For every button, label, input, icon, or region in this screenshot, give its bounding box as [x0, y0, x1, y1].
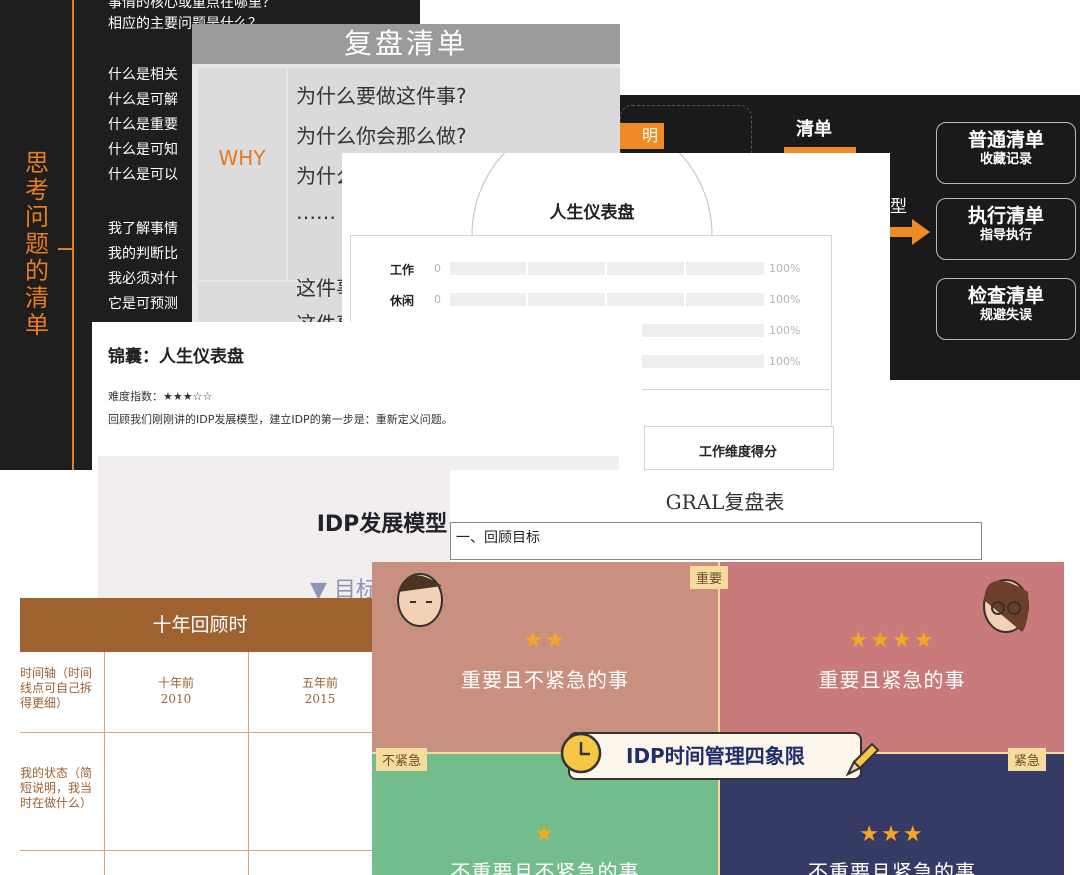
quadrant-banner-title: IDP时间管理四象限 [626, 744, 805, 768]
think-line: 事情的核心或重点在哪里？ [108, 0, 276, 11]
row-max: 100% [769, 262, 801, 275]
row-max: 100% [769, 293, 801, 306]
row-label: 休闲 [390, 294, 415, 308]
think-line: 什么是重要 [108, 117, 178, 133]
thinking-checklist-title: 思 考 问 题 的 清 单 [22, 150, 52, 339]
think-line: 我了解事情 [108, 221, 178, 237]
cartoon-man-icon [397, 573, 443, 627]
quadrant-text: 重要且不紧急的事 [461, 668, 629, 692]
brace-line [72, 0, 74, 470]
clock-icon [560, 732, 602, 774]
col-year: 2015 [304, 692, 336, 706]
progress-track [450, 262, 764, 275]
box-title: 检查清单 [967, 285, 1044, 307]
execution-checklist-box: 执行清单 指导执行 [936, 198, 1076, 260]
think-line: 什么是可解 [108, 92, 178, 108]
quadrant-text: 不重要且紧急的事 [808, 860, 976, 875]
row-zero: 0 [434, 293, 441, 306]
row-max: 100% [769, 355, 801, 368]
gral-title: GRAL复盘表 [665, 490, 785, 514]
tag-important: 重要 [690, 566, 729, 589]
think-line: 什么是可以 [108, 167, 178, 183]
quadrant-text: 重要且紧急的事 [818, 668, 966, 692]
normal-checklist-box: 普通清单 收藏记录 [936, 122, 1076, 184]
title-char: 问 [25, 203, 49, 231]
time-quadrant-card: 重要 不紧急 紧急 ★★ 重要且不紧急的事 ★★★★ 重要且紧急的事 ★ 不重要… [372, 562, 1064, 875]
gral-item: 一、回顾目标 [456, 530, 540, 546]
arrow-right-icon [888, 219, 930, 245]
quadrant-stars: ★ [534, 822, 556, 847]
box-sub: 规避失误 [979, 308, 1032, 323]
title-char: 思 [25, 149, 49, 177]
brace-tip [58, 248, 72, 250]
row-max: 100% [769, 324, 801, 337]
timeline-label: 时间轴（时间 线点可自己拆 得更细） [20, 666, 93, 710]
why-cell [198, 68, 286, 280]
inspection-checklist-box: 检查清单 规避失误 [936, 278, 1076, 340]
ten-year-title: 十年回顾时 [20, 598, 380, 652]
orange-tag: 明 [620, 123, 664, 149]
progress-track [450, 293, 764, 306]
title-char: 清 [25, 284, 49, 312]
review-title: 复盘清单 [192, 24, 620, 64]
why-question: 为什么你会那么做? [296, 124, 467, 148]
row-label: 工作 [390, 263, 415, 277]
ten-year-review-card: 十年回顾时 时间轴（时间 线点可自己拆 得更细） 十年前 2010 五年前 20… [20, 598, 380, 875]
tip-title: 锦囊：人生仪表盘 [108, 347, 244, 367]
box-title: 普通清单 [967, 129, 1044, 151]
score-header: 工作维度得分 [698, 445, 777, 460]
status-label: 我的状态（简 短说明，我当 时在做什么） [20, 766, 93, 810]
title-char: 单 [25, 311, 49, 339]
tag-urgent: 紧急 [1008, 748, 1047, 771]
why-question: …… [296, 200, 336, 224]
checklist-label: 清单 [796, 119, 832, 140]
why-question: 为什么要做这件事? [296, 84, 467, 108]
model-label-partial: 型 [890, 197, 907, 217]
think-line: 什么是相关 [108, 67, 178, 83]
col-year: 2010 [160, 692, 192, 706]
pencil-icon [845, 742, 880, 777]
think-line: 它是可预测 [108, 296, 178, 312]
cartoon-woman-icon [983, 579, 1029, 633]
think-line: 我的判断比 [108, 246, 178, 262]
title-char: 考 [25, 176, 49, 204]
title-char: 题 [25, 230, 49, 258]
tag-not-urgent: 不紧急 [376, 748, 428, 771]
think-line: 我必须对什 [108, 271, 178, 287]
quadrant-text: 不重要且不紧急的事 [450, 860, 640, 875]
col-label: 五年前 [301, 676, 338, 690]
box-title: 执行清单 [967, 205, 1044, 227]
title-char: 的 [25, 257, 49, 285]
difficulty-rating: 难度指数：★★★☆☆ [108, 390, 213, 403]
why-label: WHY [218, 146, 266, 170]
row-zero: 0 [434, 262, 441, 275]
box-sub: 收藏记录 [979, 152, 1032, 167]
box-sub: 指导执行 [979, 228, 1032, 243]
col-label: 十年前 [157, 676, 194, 690]
think-line: 什么是可知 [108, 142, 178, 158]
dashboard-title: 人生仪表盘 [549, 203, 635, 223]
tip-description: 回顾我们刚刚讲的IDP发展模型，建立IDP的第一步是：重新定义问题。 [108, 413, 453, 426]
quadrant-stars: ★★★ [859, 822, 925, 847]
